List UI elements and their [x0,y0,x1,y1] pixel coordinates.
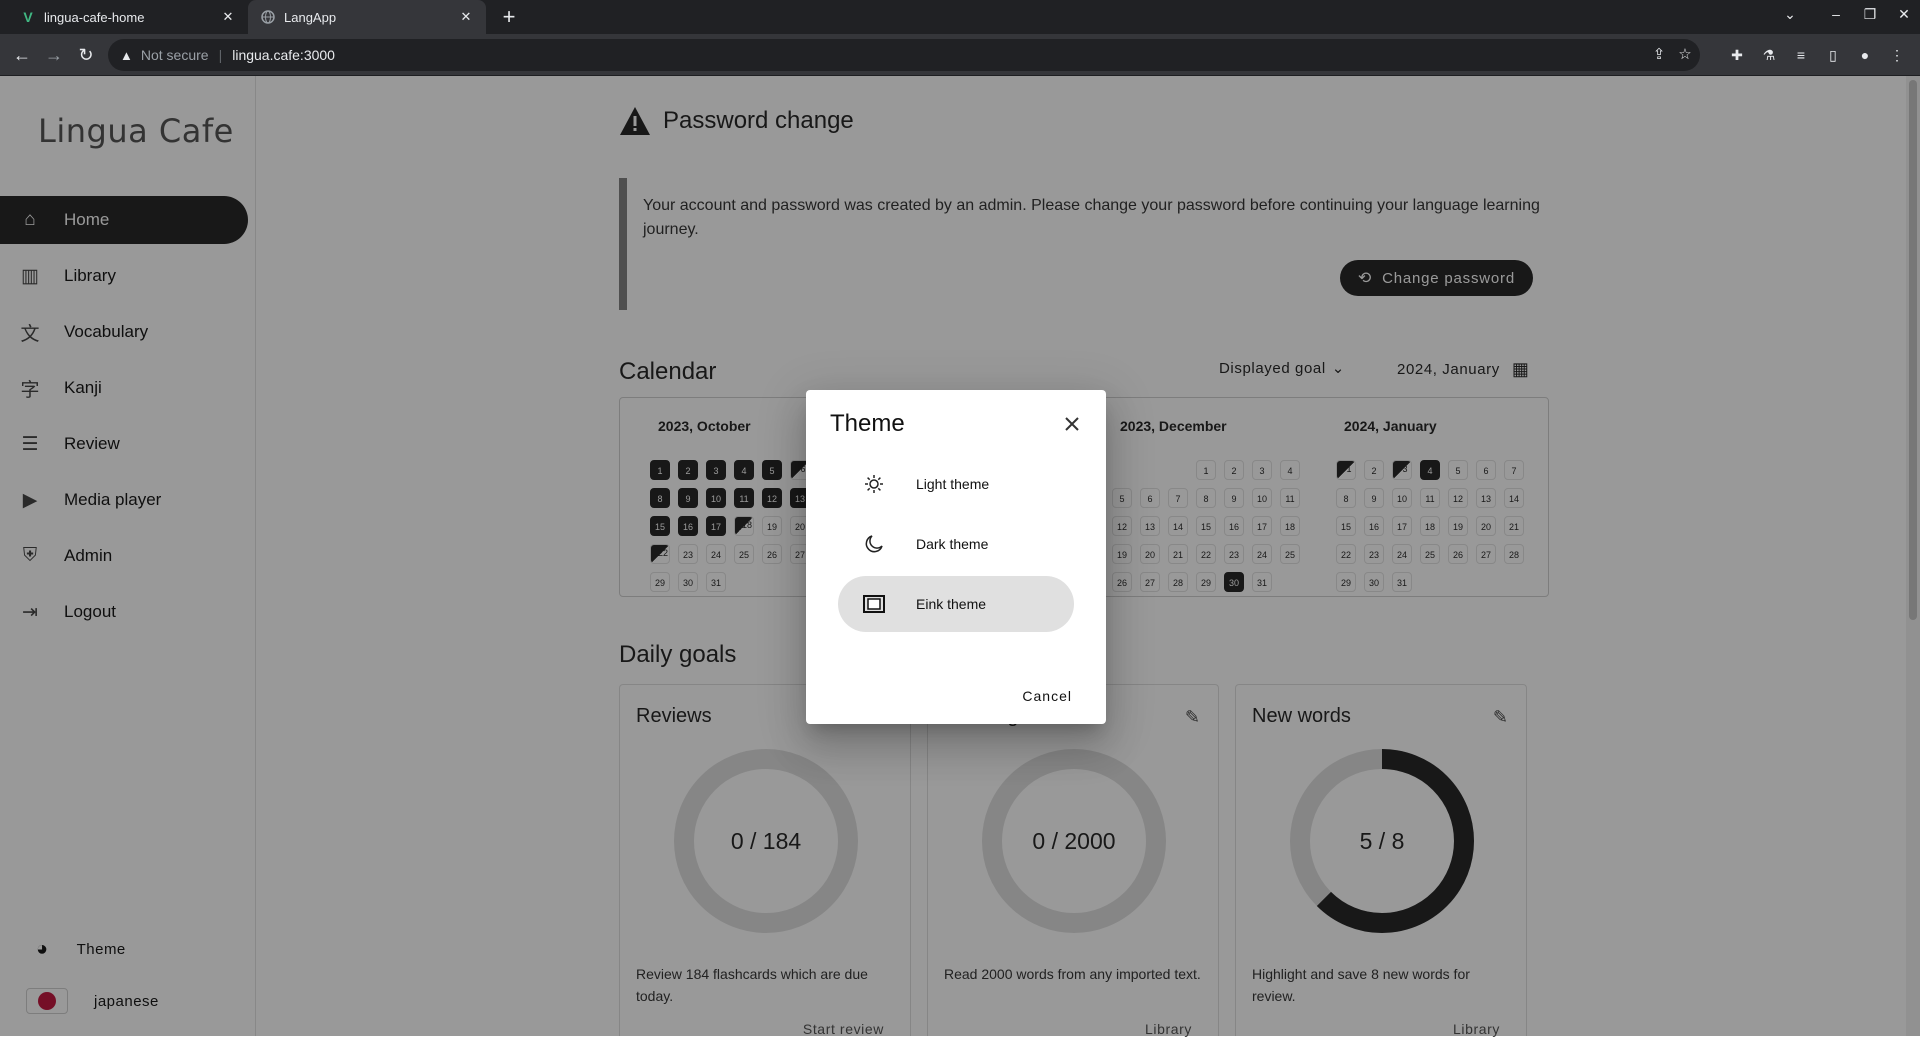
extensions-icon[interactable]: ✚ [1728,46,1746,64]
media-queue-icon[interactable]: ≡ [1792,46,1810,64]
light-theme-icon [862,472,886,496]
dark-theme-option[interactable]: Dark theme [838,516,1074,572]
back-icon[interactable]: ← [10,43,34,67]
share-icon[interactable]: ⇪ [1648,44,1670,66]
dark-theme-icon [862,532,886,556]
vue-logo-icon: V [23,9,33,25]
option-label: Eink theme [916,596,987,612]
browser-tab-lingua-cafe-home[interactable]: V lingua-cafe-home ✕ [8,0,248,34]
option-label: Light theme [916,476,990,492]
tab-search-icon[interactable]: ⌄ [1780,6,1800,23]
eink-theme-icon [862,592,886,616]
minimize-icon[interactable]: – [1826,6,1846,22]
browser-toolbar: ← → ↻ ▲ Not secure | lingua.cafe:3000 ⇪ … [0,34,1920,76]
reload-icon[interactable]: ↻ [74,43,98,67]
restore-icon[interactable]: ❐ [1860,6,1880,23]
warning-icon: ▲ [120,47,133,63]
window-close-icon[interactable]: ✕ [1894,6,1914,23]
browser-tab-langapp[interactable]: LangApp ✕ [248,0,486,34]
eink-theme-option[interactable]: Eink theme [838,576,1074,632]
dialog-title: Theme [830,410,905,437]
globe-icon [260,9,276,25]
close-icon[interactable] [1062,414,1082,434]
forward-icon[interactable]: → [42,43,66,67]
new-tab-button[interactable]: + [498,6,520,28]
menu-kebab-icon[interactable]: ⋮ [1888,46,1906,64]
address-bar[interactable]: ▲ Not secure | lingua.cafe:3000 ⇪ ☆ [108,39,1700,71]
theme-dialog: Theme Light theme Dark theme Eink theme … [806,390,1106,724]
labs-icon[interactable]: ⚗ [1760,46,1778,64]
tab-title: LangApp [284,9,337,25]
bookmark-star-icon[interactable]: ☆ [1674,44,1696,66]
side-panel-icon[interactable]: ▯ [1824,46,1842,64]
close-tab-icon[interactable]: ✕ [220,9,236,25]
url-text: lingua.cafe:3000 [232,47,335,63]
tab-title: lingua-cafe-home [44,9,145,25]
browser-tab-strip: V lingua-cafe-home ✕ LangApp ✕ + ⌄ – ❐ ✕ [0,0,1920,34]
light-theme-option[interactable]: Light theme [838,456,1074,512]
security-label: Not secure [140,47,209,63]
close-tab-icon[interactable]: ✕ [458,9,474,25]
cancel-button[interactable]: Cancel [1022,688,1072,704]
profile-icon[interactable]: ● [1856,46,1874,64]
option-label: Dark theme [916,536,989,552]
separator: | [218,47,223,63]
